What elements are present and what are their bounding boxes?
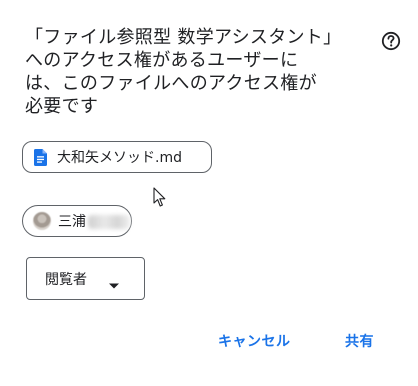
help-icon[interactable] <box>381 31 401 51</box>
user-chip[interactable]: 三浦 <box>22 205 132 237</box>
google-docs-icon <box>34 148 47 166</box>
dialog-title: 「ファイル参照型 数学アシスタント」 へのアクセス権があるユーザーに は、このフ… <box>25 26 365 118</box>
redacted-name-blur <box>88 215 130 229</box>
mouse-pointer-icon <box>153 187 167 209</box>
dialog-title-line-4: 必要です <box>25 96 99 117</box>
dialog-title-line-2: へのアクセス権があるユーザーに <box>25 50 299 71</box>
user-name: 三浦 <box>58 214 86 230</box>
role-select[interactable]: 閲覧者 <box>26 257 145 300</box>
share-access-dialog: 「ファイル参照型 数学アシスタント」 へのアクセス権があるユーザーに は、このフ… <box>0 0 418 386</box>
dialog-title-line-1: 「ファイル参照型 数学アシスタント」 <box>25 27 342 48</box>
avatar <box>33 212 51 230</box>
dialog-title-line-3: は、このファイルへのアクセス権が <box>25 73 317 94</box>
cancel-button[interactable]: キャンセル <box>218 327 291 355</box>
file-name: 大和矢メソッド.md <box>57 150 182 166</box>
caret-down-icon <box>108 275 120 289</box>
share-button[interactable]: 共有 <box>345 327 374 355</box>
role-select-value: 閲覧者 <box>45 271 87 288</box>
file-chip[interactable]: 大和矢メソッド.md <box>22 141 212 173</box>
